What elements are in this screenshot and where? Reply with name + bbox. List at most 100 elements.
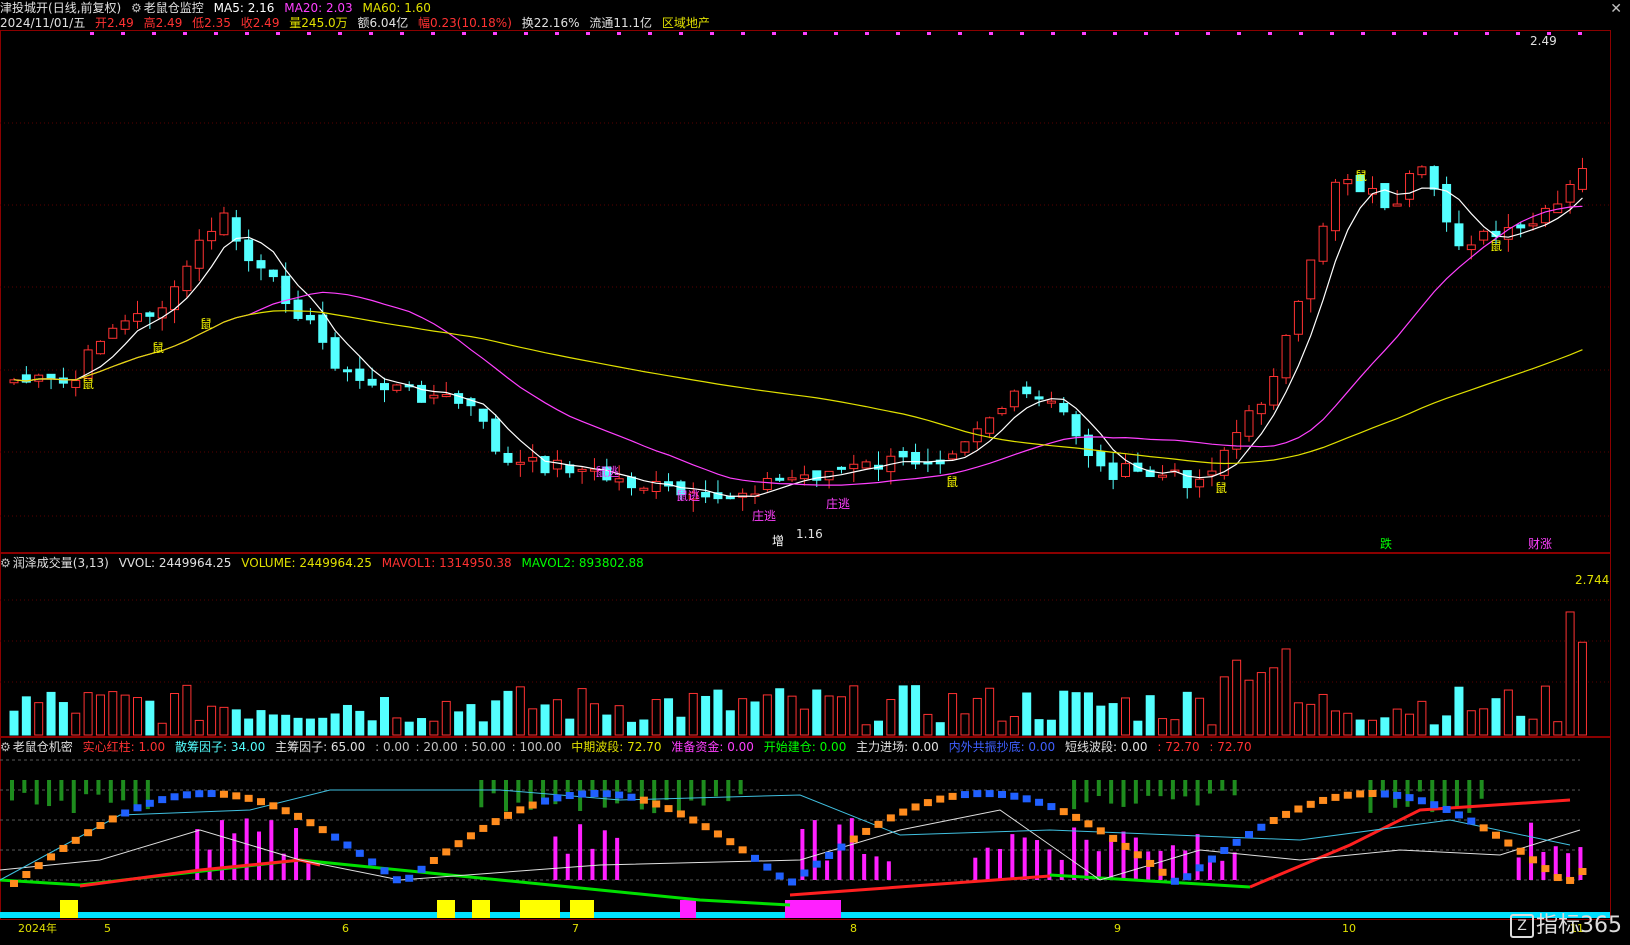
indicator-step (417, 865, 426, 873)
volume-bar (1355, 719, 1365, 736)
candle-body (1466, 244, 1476, 251)
top-dot (555, 32, 559, 35)
settings-icon[interactable]: ⚙ (0, 556, 11, 570)
x-axis-label: 8 (850, 922, 857, 935)
top-dot (524, 32, 528, 35)
candle-body (898, 450, 908, 458)
volume-bar (1565, 611, 1575, 736)
volume-bar (58, 702, 68, 736)
top-dot (803, 32, 807, 35)
indicator-step (96, 822, 105, 830)
brand-logo: Z 指标365 (1510, 907, 1622, 939)
indicator-step (738, 846, 747, 854)
stock-chart[interactable]: 2.491.16鼠鼠鼠鼠 鼠鼠鼠鼠逃鼠逃庄逃庄逃增跌财涨2.7442024年 5 6 7… (0, 0, 1630, 945)
indicator-step (479, 824, 488, 832)
signal-marker: 财涨 (1528, 536, 1552, 551)
top-dot (431, 32, 435, 35)
candle-body (293, 299, 303, 319)
indicator-step (294, 812, 303, 820)
indicator-magenta-bar (219, 820, 224, 880)
volume-bar (46, 691, 56, 736)
stock-name[interactable]: 津投城开 (0, 1, 48, 15)
indicator-step (689, 816, 698, 824)
candle-body (1380, 183, 1390, 209)
candle-body (145, 312, 155, 317)
volume-bar (1577, 641, 1587, 736)
volume-indicator-name[interactable]: 润泽成交量(3,13) (13, 556, 109, 570)
volume-bar (1046, 719, 1056, 736)
volume-bar (960, 713, 970, 736)
indicator-green-bar (1479, 780, 1484, 799)
indicator-step (528, 801, 537, 809)
volume-bar (71, 712, 81, 736)
top-dot (90, 32, 94, 35)
volume-bar (1269, 667, 1279, 736)
indicator-step (1516, 847, 1525, 855)
indicator-step (837, 843, 846, 851)
open-label: 开2.49 (95, 16, 134, 30)
indicator-green-bar (479, 780, 484, 808)
indicator-panel-name[interactable]: 老鼠仓机密 (13, 740, 73, 754)
indicator-green-bar (1121, 780, 1126, 807)
volume-bar (466, 704, 476, 736)
candle-body (1182, 470, 1192, 489)
candle-body (1516, 224, 1526, 229)
indicator-step (442, 848, 451, 856)
volume-bar (824, 695, 834, 736)
volume-bar (1553, 721, 1563, 736)
candle-body (1269, 376, 1279, 406)
change-label: 幅0.23(10.18%) (418, 16, 512, 30)
indicator-step (541, 797, 550, 805)
volume-label: 量245.0万 (289, 16, 348, 30)
volume-bar (1343, 712, 1353, 736)
indicator-step (405, 874, 414, 882)
candle-body (1022, 386, 1032, 395)
volume-bar (207, 705, 217, 736)
top-dot (1578, 32, 1582, 35)
settings-icon[interactable]: ⚙ (0, 740, 11, 754)
indicator-step (219, 790, 228, 798)
volume-bar (231, 709, 241, 736)
candle-body (503, 452, 513, 463)
indicator-magenta-bar (294, 828, 299, 880)
volume-bar (688, 692, 698, 736)
indicator-step (1195, 864, 1204, 872)
indicator-magenta-bar (1529, 822, 1534, 880)
indicator-step (899, 808, 908, 816)
indicator-name[interactable]: 老鼠仓监控 (144, 1, 204, 15)
indicator-step (590, 790, 599, 798)
indicator-green-bar (1133, 780, 1138, 804)
candle-body (948, 453, 958, 460)
top-dot (865, 32, 869, 35)
indicator-green-bar (541, 780, 546, 801)
top-dot (493, 32, 497, 35)
indicator-magenta-bar (1022, 837, 1027, 880)
candle-body (701, 491, 711, 498)
volume-bar (1158, 718, 1168, 736)
candle-body (1392, 203, 1402, 207)
close-icon[interactable]: ✕ (1610, 1, 1622, 17)
top-dot (1299, 32, 1303, 35)
indicator-green-bar (59, 780, 64, 801)
volume-bar (318, 717, 328, 736)
indicator-green-bar (96, 780, 101, 795)
field-build: 开始建仓: 0.00 (763, 740, 847, 754)
amount-label: 额6.04亿 (357, 16, 409, 30)
sector-label[interactable]: 区域地产 (662, 16, 710, 30)
close-label: 收2.49 (240, 16, 280, 30)
volume-bar (1318, 693, 1328, 736)
indicator-step (627, 793, 636, 801)
top-dot (1051, 32, 1055, 35)
volume-bar (1528, 718, 1538, 736)
indicator-step (639, 796, 648, 804)
indicator-magenta-bar (257, 831, 261, 880)
volume-bar (515, 686, 525, 736)
candle-body (565, 464, 575, 474)
indicator-green-bar (701, 780, 706, 806)
volume-bar (812, 689, 822, 736)
indicator-magenta-bar (1109, 837, 1114, 880)
candle-body (355, 368, 365, 381)
settings-icon[interactable]: ⚙ (131, 1, 142, 15)
volume-bar (1059, 690, 1069, 736)
volume-bar (651, 699, 661, 736)
